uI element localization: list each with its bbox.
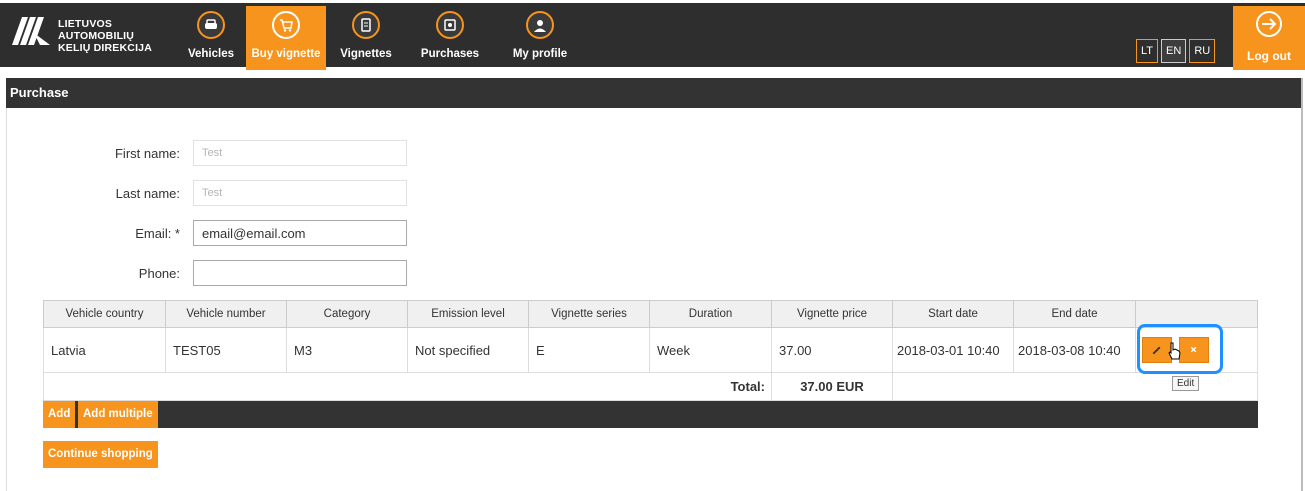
table-toolbar — [43, 401, 1258, 428]
brand-name: LIETUVOS AUTOMOBILIŲ KELIŲ DIREKCIJA — [58, 18, 178, 54]
top-navigation-bar: LIETUVOS AUTOMOBILIŲ KELIŲ DIREKCIJA Veh… — [0, 0, 1305, 70]
nav-label-my-profile: My profile — [512, 48, 568, 60]
column-header-end-date: End date — [1013, 300, 1136, 328]
brand-logo[interactable]: LIETUVOS AUTOMOBILIŲ KELIŲ DIREKCIJA — [8, 11, 178, 55]
logout-icon — [1256, 11, 1282, 37]
email-field[interactable] — [193, 220, 407, 246]
total-label: Total: — [43, 372, 772, 401]
column-header-vehicle-country: Vehicle country — [43, 300, 166, 328]
cell-vignette-price: 37.00 — [771, 327, 893, 373]
brand-logo-icon — [12, 17, 50, 45]
edit-tooltip: Edit — [1172, 376, 1200, 391]
total-value: 37.00 EUR — [771, 372, 893, 401]
cell-start-date: 2018-03-01 10:40 — [892, 327, 1014, 373]
nav-item-buy-vignette[interactable]: Buy vignette — [246, 6, 326, 70]
nav-label-vehicles: Vehicles — [187, 48, 235, 60]
profile-icon — [526, 11, 554, 39]
brand-name-line1: LIETUVOS AUTOMOBILIŲ — [58, 18, 135, 42]
language-en-button[interactable]: EN — [1161, 39, 1187, 63]
phone-field[interactable] — [193, 260, 407, 286]
continue-shopping-button[interactable]: Continue shopping — [43, 441, 158, 468]
main-nav: Vehicles Buy vignette Vignettes Purchase… — [176, 6, 586, 70]
cart-icon — [272, 11, 300, 39]
total-row-empty — [892, 372, 1258, 401]
cell-vehicle-country: Latvia — [43, 327, 166, 373]
cell-vignette-series: E — [528, 327, 650, 373]
column-header-start-date: Start date — [892, 300, 1014, 328]
table-header-row: Vehicle country Vehicle number Category … — [43, 300, 1258, 328]
last-name-label: Last name: — [115, 186, 180, 201]
vignette-icon — [352, 11, 380, 39]
phone-label: Phone: — [138, 266, 180, 281]
cell-emission-level: Not specified — [407, 327, 529, 373]
email-label: Email: * — [135, 226, 180, 241]
table-total-row: Total: 37.00 EUR — [43, 372, 1258, 401]
first-name-field — [193, 140, 407, 166]
last-name-field — [193, 180, 407, 206]
nav-item-my-profile[interactable]: My profile — [494, 6, 586, 70]
nav-item-vignettes[interactable]: Vignettes — [326, 6, 406, 70]
cell-duration: Week — [649, 327, 772, 373]
column-header-vehicle-number: Vehicle number — [165, 300, 287, 328]
hand-cursor-icon — [1168, 342, 1181, 360]
column-header-emission-level: Emission level — [407, 300, 529, 328]
logout-button[interactable]: Log out — [1233, 6, 1305, 70]
brand-name-line2: KELIŲ DIREKCIJA — [58, 42, 153, 54]
purchases-icon — [436, 11, 464, 39]
language-lt-button[interactable]: LT — [1136, 39, 1159, 63]
panel-border-left — [6, 108, 7, 491]
column-header-vignette-series: Vignette series — [528, 300, 650, 328]
column-header-category: Category — [286, 300, 408, 328]
vignette-table: Vehicle country Vehicle number Category … — [43, 300, 1258, 401]
language-ru-button[interactable]: RU — [1189, 39, 1216, 63]
nav-label-vignettes: Vignettes — [340, 48, 392, 60]
cell-category: M3 — [286, 327, 408, 373]
logout-label: Log out — [1247, 49, 1291, 63]
nav-item-vehicles[interactable]: Vehicles — [176, 6, 246, 70]
panel-border-right — [1301, 78, 1303, 491]
table-row: Latvia TEST05 M3 Not specified E Week 37… — [43, 327, 1258, 373]
language-switcher: LT EN RU — [1136, 39, 1216, 63]
cell-end-date: 2018-03-08 10:40 — [1013, 327, 1136, 373]
cell-vehicle-number: TEST05 — [165, 327, 287, 373]
nav-label-buy-vignette: Buy vignette — [251, 48, 321, 60]
add-multiple-button[interactable]: Add multiple — [78, 401, 158, 428]
panel-title: Purchase — [6, 78, 1302, 108]
column-header-vignette-price: Vignette price — [771, 300, 893, 328]
nav-label-purchases: Purchases — [420, 48, 480, 60]
add-button[interactable]: Add — [43, 401, 76, 428]
column-header-duration: Duration — [649, 300, 772, 328]
first-name-label: First name: — [114, 146, 180, 161]
nav-item-purchases[interactable]: Purchases — [406, 6, 494, 70]
car-icon — [197, 11, 225, 39]
